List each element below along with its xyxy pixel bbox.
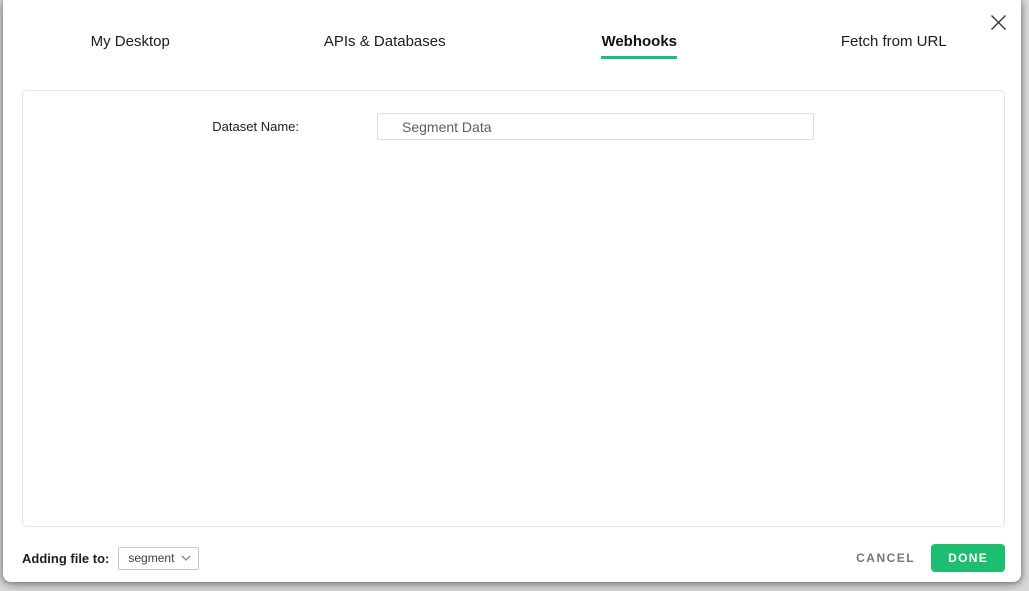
footer-left: Adding file to: segment <box>22 546 200 570</box>
dataset-name-label: Dataset Name: <box>212 119 299 134</box>
footer-right: CANCEL DONE <box>852 544 1005 572</box>
folder-select[interactable]: segment <box>118 546 200 570</box>
close-button[interactable] <box>987 11 1009 33</box>
tab-label: My Desktop <box>90 33 170 50</box>
tab-label: APIs & Databases <box>323 33 446 50</box>
chevron-down-icon <box>181 555 191 561</box>
add-data-modal: My Desktop APIs & Databases Webhooks Fet… <box>3 0 1021 582</box>
folder-select-value: segment <box>128 551 175 565</box>
tab-fetch-from-url[interactable]: Fetch from URL <box>767 33 1022 59</box>
tab-my-desktop[interactable]: My Desktop <box>3 33 258 59</box>
modal-footer: Adding file to: segment CANCEL DONE <box>22 543 1005 573</box>
tab-bar: My Desktop APIs & Databases Webhooks Fet… <box>3 0 1021 59</box>
tab-label: Fetch from URL <box>840 33 947 50</box>
webhooks-content-panel: Dataset Name: <box>22 90 1005 527</box>
tab-webhooks[interactable]: Webhooks <box>512 33 767 59</box>
dataset-name-input[interactable] <box>377 113 814 140</box>
dataset-name-row: Dataset Name: <box>23 91 1004 140</box>
done-button[interactable]: DONE <box>931 544 1005 572</box>
tab-label: Webhooks <box>601 33 678 59</box>
close-icon <box>990 14 1007 31</box>
cancel-button[interactable]: CANCEL <box>852 545 919 571</box>
tab-apis-databases[interactable]: APIs & Databases <box>258 33 513 59</box>
adding-file-label: Adding file to: <box>22 550 110 566</box>
